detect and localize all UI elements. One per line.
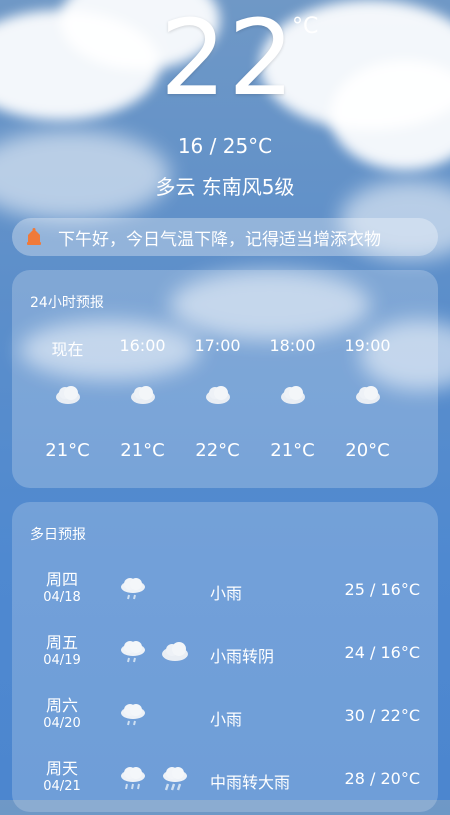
heavy-rain-icon: [163, 767, 187, 791]
temperature-unit: °C: [292, 14, 319, 39]
day-date: 04/19: [43, 653, 81, 668]
alert-icon: [27, 228, 41, 245]
hour-time: 17:00: [194, 336, 241, 355]
cloud-icon: [206, 386, 230, 404]
current-condition: 多云 东南风5级: [155, 175, 295, 199]
moderate-rain-icon: [121, 767, 145, 790]
day-weekday: 周六: [45, 696, 78, 715]
hourly-title: 24小时预报: [30, 295, 104, 311]
day-temp-range: 25 / 16°C: [344, 580, 420, 599]
hourly-forecast-card[interactable]: 24小时预报 现在 21°C 16:00 21°C 17:00 22°C 18:…: [12, 270, 438, 488]
hour-temp: 21°C: [270, 440, 315, 461]
cloud-icon: [281, 386, 305, 404]
day-description: 小雨转阴: [210, 647, 275, 666]
light-rain-icon: [121, 704, 145, 726]
day-date: 04/18: [43, 590, 81, 605]
hour-time: 19:00: [344, 336, 391, 355]
day-temp-range: 30 / 22°C: [344, 706, 420, 725]
hour-time: 18:00: [269, 336, 316, 355]
hour-temp: 21°C: [120, 440, 165, 461]
weather-tip-banner[interactable]: 下午好，今日气温下降，记得适当增添衣物: [12, 218, 438, 256]
tip-text: 下午好，今日气温下降，记得适当增添衣物: [58, 229, 381, 250]
day-description: 小雨: [210, 584, 243, 603]
day-weekday: 周四: [45, 570, 78, 589]
hour-temp: 21°C: [45, 440, 90, 461]
hour-time: 现在: [51, 340, 84, 359]
current-weather: 22 °C 16 / 25°C 多云 东南风5级: [0, 0, 450, 210]
day-date: 04/20: [43, 716, 81, 731]
hour-temp: 22°C: [195, 440, 240, 461]
cloud-icon: [162, 642, 188, 661]
day-temp-range: 28 / 20°C: [344, 769, 420, 788]
light-rain-icon: [121, 641, 145, 663]
daily-title: 多日预报: [30, 527, 86, 543]
daily-item[interactable]: 周天 04/21 中雨转大雨 28 / 20°C: [12, 755, 438, 815]
daily-item[interactable]: 周六 04/20 小雨 30 / 22°C: [12, 692, 438, 752]
current-temperature: 22: [160, 0, 297, 119]
light-rain-icon: [121, 578, 145, 600]
hour-temp: 20°C: [345, 440, 390, 461]
day-weekday: 周天: [45, 759, 78, 778]
today-temp-range: 16 / 25°C: [177, 134, 273, 158]
day-description: 小雨: [210, 710, 243, 729]
hour-time: 16:00: [119, 336, 166, 355]
daily-item[interactable]: 周四 04/18 小雨 25 / 16°C: [12, 566, 438, 626]
cloud-icon: [356, 386, 380, 404]
day-weekday: 周五: [45, 633, 78, 652]
day-description: 中雨转大雨: [210, 773, 291, 792]
day-temp-range: 24 / 16°C: [344, 643, 420, 662]
cloud-icon: [56, 386, 80, 404]
daily-item[interactable]: 周五 04/19 小雨转阴 24 / 16°C: [12, 629, 438, 689]
cloud-icon: [131, 386, 155, 404]
daily-forecast-card[interactable]: 多日预报 周四 04/18 小雨 25 / 16°C 周五 04/19 小雨转阴…: [12, 502, 438, 812]
day-date: 04/21: [43, 779, 81, 794]
